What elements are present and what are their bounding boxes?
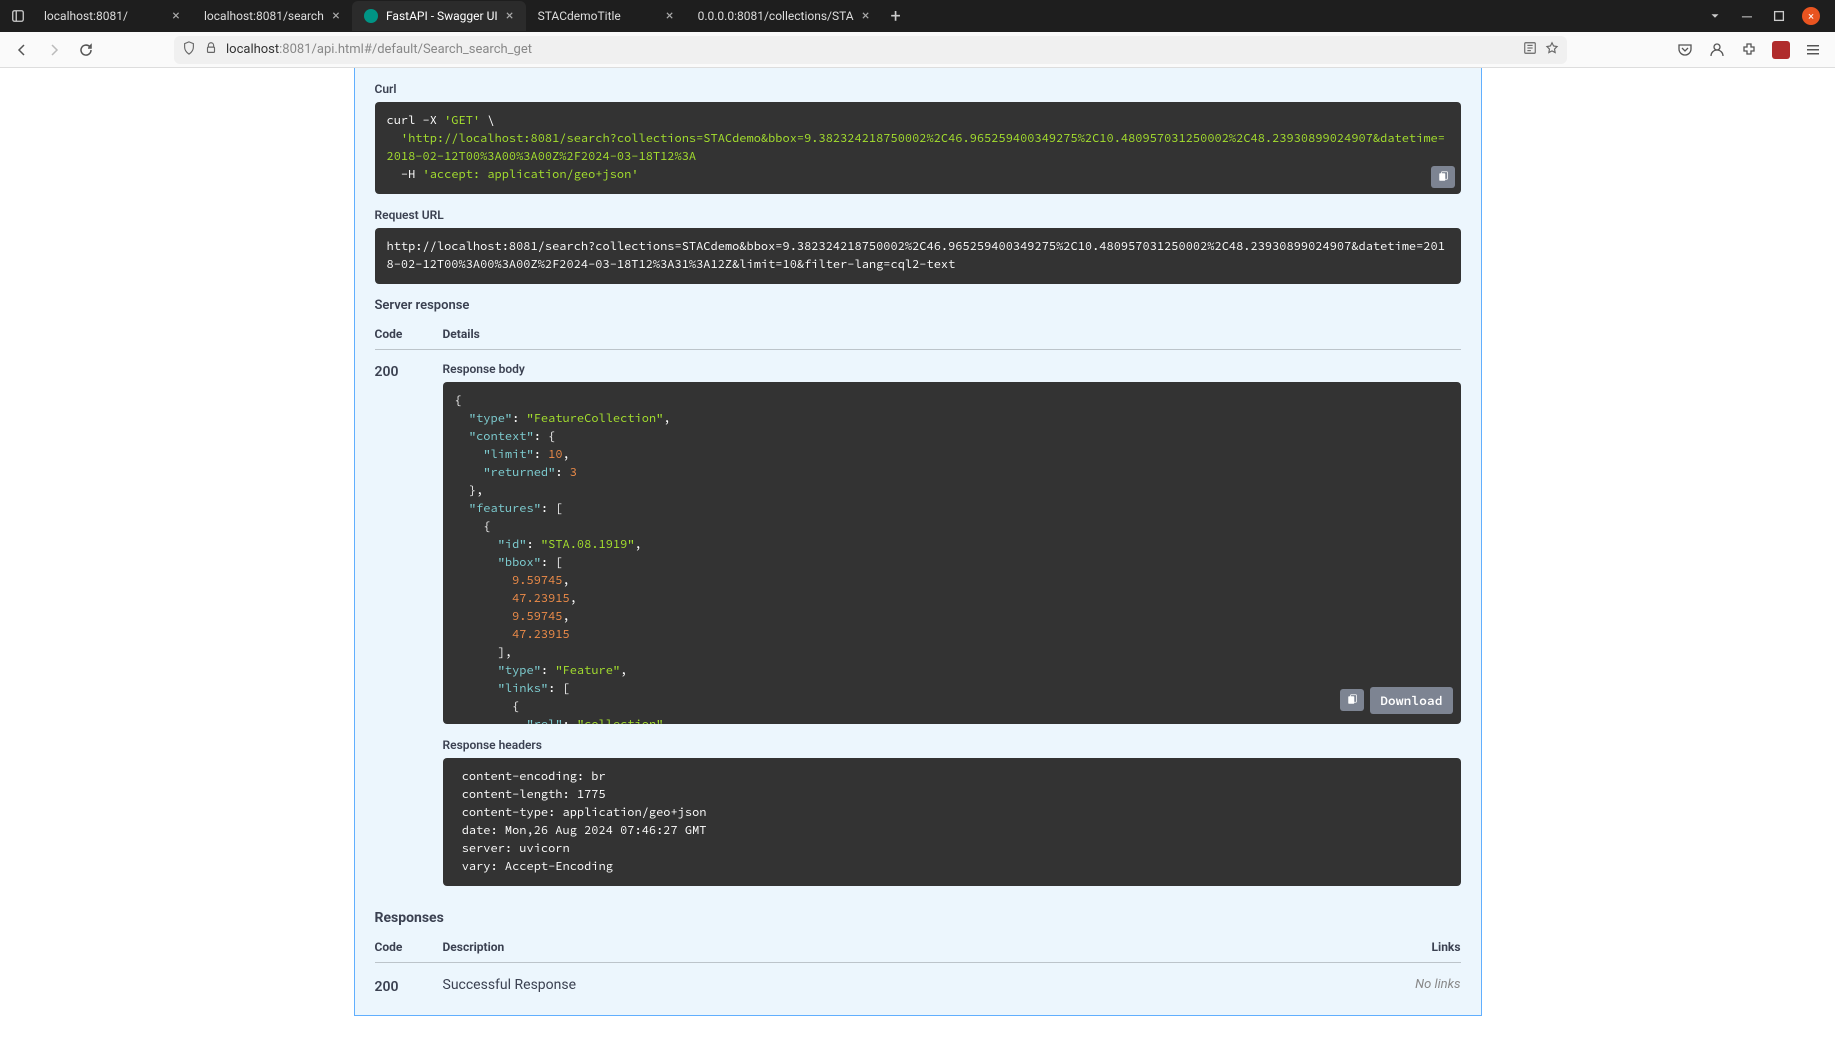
sidebar-toggle-icon[interactable] (4, 4, 32, 28)
ublock-icon[interactable] (1767, 36, 1795, 64)
maximize-icon[interactable] (1767, 4, 1791, 28)
tab-fastapi-swagger[interactable]: FastAPI - Swagger UI × (352, 1, 526, 31)
response-body-block: { "type": "FeatureCollection", "context"… (443, 382, 1461, 724)
close-icon[interactable]: × (662, 8, 678, 24)
bookmark-icon[interactable] (1545, 41, 1559, 58)
pocket-icon[interactable] (1671, 36, 1699, 64)
close-icon[interactable]: × (858, 8, 874, 24)
tab-title: localhost:8081/search (204, 9, 324, 23)
account-icon[interactable] (1703, 36, 1731, 64)
details-column-header: Details (443, 327, 1461, 341)
reload-button[interactable] (72, 36, 100, 64)
response-headers-heading: Response headers (443, 738, 1461, 752)
tab-bar: localhost:8081/ × localhost:8081/search … (0, 0, 1835, 32)
code-column-header: Code (375, 327, 443, 341)
responses-table-header: Code Description Links (375, 932, 1461, 963)
browser-chrome: localhost:8081/ × localhost:8081/search … (0, 0, 1835, 68)
tab-title: 0.0.0.0:8081/collections/STA (698, 9, 854, 23)
tab-title: STACdemoTitle (538, 9, 658, 23)
responses-code: 200 (375, 977, 443, 995)
copy-response-button[interactable] (1340, 689, 1364, 711)
response-row: 200 Response body { "type": "FeatureColl… (375, 362, 1461, 900)
minimize-icon[interactable]: ─ (1735, 4, 1759, 28)
request-url-block: http://localhost:8081/search?collections… (375, 228, 1461, 284)
reader-icon[interactable] (1523, 41, 1537, 58)
response-body-heading: Response body (443, 362, 1461, 376)
close-icon[interactable]: × (168, 8, 184, 24)
fastapi-favicon-icon (364, 9, 378, 23)
nav-bar: localhost:8081/api.html#/default/Search_… (0, 32, 1835, 68)
description-column-header: Description (443, 940, 1381, 954)
tab-title: localhost:8081/ (44, 9, 164, 23)
new-tab-button[interactable]: + (882, 2, 910, 30)
code-column-header: Code (375, 940, 443, 954)
window-close-button[interactable]: × (1799, 4, 1823, 28)
url-text: localhost:8081/api.html#/default/Search_… (226, 42, 1515, 57)
response-headers-block: content-encoding: br content-length: 177… (443, 758, 1461, 886)
swagger-panel: Curl curl -X 'GET' \ 'http://localhost:8… (354, 68, 1482, 1016)
responses-description: Successful Response (443, 977, 1381, 995)
tab-dropdown-icon[interactable] (1703, 4, 1727, 28)
response-table-header: Code Details (375, 319, 1461, 350)
forward-button[interactable] (40, 36, 68, 64)
download-button[interactable]: Download (1370, 687, 1452, 715)
responses-heading: Responses (375, 910, 1461, 926)
tab-stacdemotitle[interactable]: STACdemoTitle × (526, 1, 686, 31)
tab-localhost-search[interactable]: localhost:8081/search × (192, 1, 352, 31)
extensions-icon[interactable] (1735, 36, 1763, 64)
response-code: 200 (375, 362, 443, 900)
tab-localhost-root[interactable]: localhost:8081/ × (32, 1, 192, 31)
tab-title: FastAPI - Swagger UI (386, 9, 498, 23)
shield-icon[interactable] (182, 41, 196, 58)
responses-row: 200 Successful Response No links (375, 977, 1461, 995)
curl-heading: Curl (375, 82, 1461, 96)
close-icon[interactable]: × (502, 8, 518, 24)
links-column-header: Links (1381, 940, 1461, 954)
url-bar[interactable]: localhost:8081/api.html#/default/Search_… (174, 36, 1567, 64)
close-icon[interactable]: × (328, 8, 344, 24)
back-button[interactable] (8, 36, 36, 64)
copy-curl-button[interactable] (1431, 166, 1455, 188)
request-url-heading: Request URL (375, 208, 1461, 222)
tab-collections[interactable]: 0.0.0.0:8081/collections/STA × (686, 1, 882, 31)
server-response-heading: Server response (375, 298, 1461, 313)
curl-block: curl -X 'GET' \ 'http://localhost:8081/s… (375, 102, 1461, 194)
menu-icon[interactable] (1799, 36, 1827, 64)
lock-icon[interactable] (204, 41, 218, 58)
responses-links: No links (1381, 977, 1461, 995)
